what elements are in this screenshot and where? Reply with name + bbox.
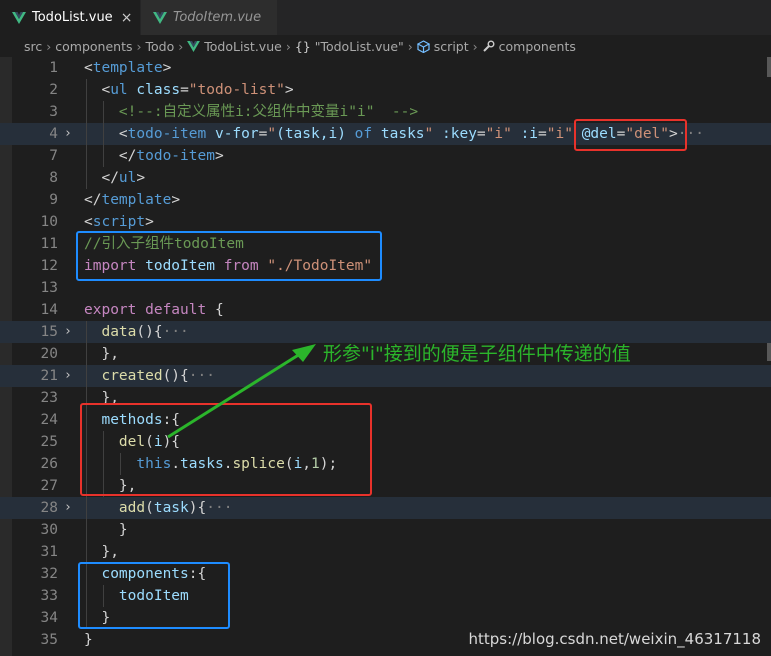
watermark: https://blog.csdn.net/weixin_46317118 (468, 630, 761, 648)
annotation-text: 形参"i"接到的便是子组件中传递的值 (323, 343, 631, 365)
arrow-annotation (167, 344, 316, 439)
